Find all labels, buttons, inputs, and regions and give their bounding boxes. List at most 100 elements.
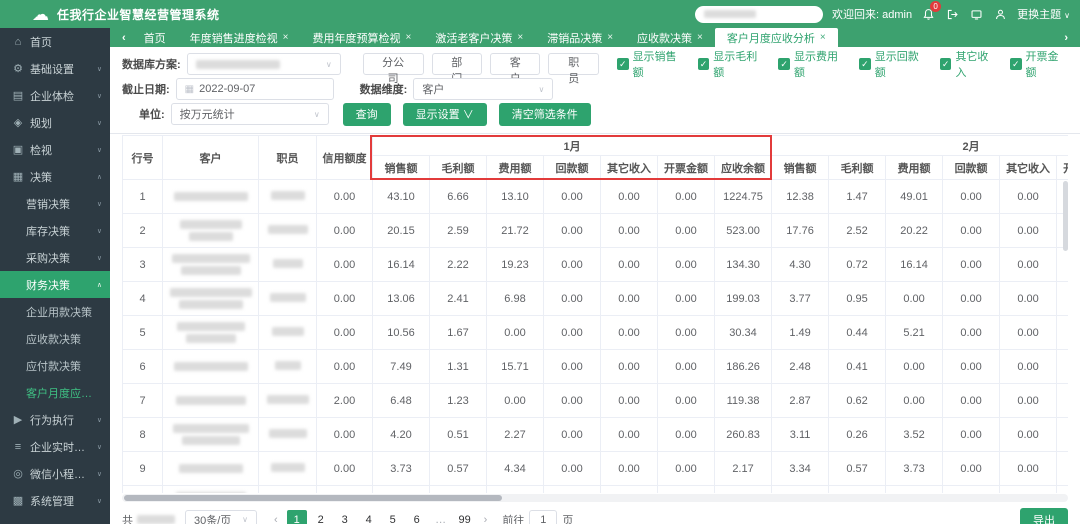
next-page-icon[interactable]: › bbox=[477, 514, 495, 524]
user-icon[interactable] bbox=[993, 7, 1008, 22]
page-number-3[interactable]: 3 bbox=[335, 510, 355, 524]
db-plan-select[interactable]: ∨ bbox=[187, 53, 341, 75]
tab-激活老客户决策[interactable]: 激活老客户决策× bbox=[423, 28, 535, 47]
tab-客户月度应收分析[interactable]: 客户月度应收分析× bbox=[715, 28, 838, 47]
checkbox-checked-icon[interactable]: ✓ bbox=[617, 58, 629, 70]
sidebar-item-应收款决策[interactable]: 应收款决策 bbox=[0, 325, 110, 352]
checkbox-checked-icon[interactable]: ✓ bbox=[940, 58, 952, 70]
vertical-scrollbar[interactable] bbox=[1063, 181, 1068, 251]
tab-滞销品决策[interactable]: 滞销品决策× bbox=[535, 28, 625, 47]
tab-close-icon[interactable]: × bbox=[820, 32, 826, 43]
dimension-select[interactable]: 客户 ∨ bbox=[413, 78, 553, 100]
redacted-customer-name bbox=[166, 424, 255, 445]
value-cell: 4.20 bbox=[373, 418, 430, 452]
page-number-1[interactable]: 1 bbox=[287, 510, 307, 524]
scope-button-部门[interactable]: 部门 bbox=[432, 53, 482, 75]
redacted-customer-name bbox=[166, 396, 255, 405]
horizontal-scrollbar-thumb[interactable] bbox=[124, 495, 502, 501]
checkbox-checked-icon[interactable]: ✓ bbox=[778, 58, 790, 70]
value-cell: 6.66 bbox=[430, 180, 487, 214]
value-cell: 0.00 bbox=[601, 180, 658, 214]
main-area: ‹ 首页年度销售进度检视×费用年度预算检视×激活老客户决策×滞销品决策×应收款决… bbox=[110, 28, 1080, 524]
credit-limit-cell bbox=[317, 486, 373, 494]
value-cell bbox=[943, 486, 1000, 494]
checkbox-显示回款额[interactable]: ✓显示回款额 bbox=[859, 48, 928, 80]
sidebar-item-企业用款决策[interactable]: 企业用款决策 bbox=[0, 298, 110, 325]
page-number-99[interactable]: 99 bbox=[455, 510, 475, 524]
checkbox-checked-icon[interactable]: ✓ bbox=[698, 58, 710, 70]
sidebar-item-label: 采购决策 bbox=[26, 250, 93, 266]
checkbox-显示销售额[interactable]: ✓显示销售额 bbox=[617, 48, 686, 80]
sidebar-item-首页[interactable]: ⌂首页 bbox=[0, 28, 110, 55]
goto-page-input[interactable] bbox=[529, 510, 557, 524]
checkbox-开票金额[interactable]: ✓开票金额 bbox=[1010, 48, 1068, 80]
display-settings-button[interactable]: 显示设置 ∨ bbox=[403, 103, 487, 126]
query-button[interactable]: 查询 bbox=[343, 103, 391, 126]
sidebar-item-基础设置[interactable]: ⚙基础设置∨ bbox=[0, 55, 110, 82]
value-cell: 0.72 bbox=[829, 248, 886, 282]
sidebar-item-行为执行[interactable]: ▶行为执行∨ bbox=[0, 406, 110, 433]
tab-close-icon[interactable]: × bbox=[406, 32, 412, 43]
export-button[interactable]: 导出 bbox=[1020, 508, 1068, 524]
sidebar-item-决策[interactable]: ▦决策∧ bbox=[0, 163, 110, 190]
page-number-6[interactable]: 6 bbox=[407, 510, 427, 524]
sidebar-item-应付款决策[interactable]: 应付款决策 bbox=[0, 352, 110, 379]
sidebar-item-企业实时经营数据[interactable]: ≡企业实时经营数据∨ bbox=[0, 433, 110, 460]
sidebar-item-库存决策[interactable]: 库存决策∨ bbox=[0, 217, 110, 244]
month-group-1月: 1月 bbox=[373, 136, 772, 156]
checkbox-checked-icon[interactable]: ✓ bbox=[859, 58, 871, 70]
credit-limit-cell: 2.00 bbox=[317, 384, 373, 418]
sidebar-item-微信小程序应用[interactable]: ◎微信小程序应用∨ bbox=[0, 460, 110, 487]
sidebar-item-label: 应付款决策 bbox=[26, 358, 102, 374]
tab-首页[interactable]: 首页 bbox=[132, 28, 178, 47]
sidebar-item-企业体检[interactable]: ▤企业体检∨ bbox=[0, 82, 110, 109]
tab-年度销售进度检视[interactable]: 年度销售进度检视× bbox=[178, 28, 301, 47]
sidebar-item-label: 行为执行 bbox=[30, 412, 93, 428]
checkbox-显示费用额[interactable]: ✓显示费用额 bbox=[778, 48, 847, 80]
tab-close-icon[interactable]: × bbox=[607, 32, 613, 43]
tab-bar: ‹ 首页年度销售进度检视×费用年度预算检视×激活老客户决策×滞销品决策×应收款决… bbox=[110, 28, 1080, 47]
deadline-date-input[interactable]: ▦ 2022-09-07 bbox=[176, 78, 334, 100]
sidebar-item-客户月度应收分析[interactable]: 客户月度应收分析 bbox=[0, 379, 110, 406]
prev-page-icon[interactable]: ‹ bbox=[267, 514, 285, 524]
tabs-scroll-left-icon[interactable]: ‹ bbox=[116, 32, 132, 44]
tab-close-icon[interactable]: × bbox=[517, 32, 523, 43]
unit-select[interactable]: 按万元统计 ∨ bbox=[171, 103, 329, 125]
fullscreen-icon[interactable] bbox=[969, 7, 984, 22]
page-number-5[interactable]: 5 bbox=[383, 510, 403, 524]
value-cell: 3.52 bbox=[886, 418, 943, 452]
tabs-scroll-right-icon[interactable]: › bbox=[1058, 32, 1074, 44]
scope-button-分公司[interactable]: 分公司 bbox=[363, 53, 424, 75]
tab-close-icon[interactable]: × bbox=[283, 32, 289, 43]
bell-icon[interactable]: 0 bbox=[921, 7, 936, 22]
header-search-input[interactable] bbox=[695, 6, 823, 23]
sidebar-item-label: 基础设置 bbox=[30, 61, 93, 77]
page-number-4[interactable]: 4 bbox=[359, 510, 379, 524]
unit-label: 单位: bbox=[139, 106, 165, 122]
value-cell: 0.00 bbox=[544, 418, 601, 452]
page-size-select[interactable]: 30条/页 ∨ bbox=[185, 510, 257, 524]
logout-icon[interactable] bbox=[945, 7, 960, 22]
value-cell: 2.22 bbox=[430, 248, 487, 282]
sidebar-item-检视[interactable]: ▣检视∨ bbox=[0, 136, 110, 163]
checkbox-其它收入[interactable]: ✓其它收入 bbox=[940, 48, 998, 80]
sidebar-item-采购决策[interactable]: 采购决策∨ bbox=[0, 244, 110, 271]
clear-filters-button[interactable]: 清空筛选条件 bbox=[499, 103, 591, 126]
horizontal-scrollbar[interactable] bbox=[122, 494, 1068, 502]
checkbox-checked-icon[interactable]: ✓ bbox=[1010, 58, 1022, 70]
theme-switch[interactable]: 更换主题 ∨ bbox=[1017, 6, 1070, 22]
chevron-down-icon: ∨ bbox=[97, 65, 102, 73]
sidebar-item-系统管理[interactable]: ▩系统管理∨ bbox=[0, 487, 110, 514]
checkbox-显示毛利额[interactable]: ✓显示毛利额 bbox=[698, 48, 767, 80]
sidebar-item-规划[interactable]: ◈规划∨ bbox=[0, 109, 110, 136]
page-number-2[interactable]: 2 bbox=[311, 510, 331, 524]
scope-button-客户[interactable]: 客户 bbox=[490, 53, 540, 75]
tab-close-icon[interactable]: × bbox=[697, 32, 703, 43]
tab-费用年度预算检视[interactable]: 费用年度预算检视× bbox=[301, 28, 424, 47]
customer-cell bbox=[163, 418, 259, 452]
sidebar-item-财务决策[interactable]: 财务决策∧ bbox=[0, 271, 110, 298]
sidebar-item-营销决策[interactable]: 营销决策∨ bbox=[0, 190, 110, 217]
sidebar: ⌂首页⚙基础设置∨▤企业体检∨◈规划∨▣检视∨▦决策∧营销决策∨库存决策∨采购决… bbox=[0, 28, 110, 524]
tab-应收款决策[interactable]: 应收款决策× bbox=[625, 28, 715, 47]
scope-button-职员[interactable]: 职员 bbox=[548, 53, 598, 75]
